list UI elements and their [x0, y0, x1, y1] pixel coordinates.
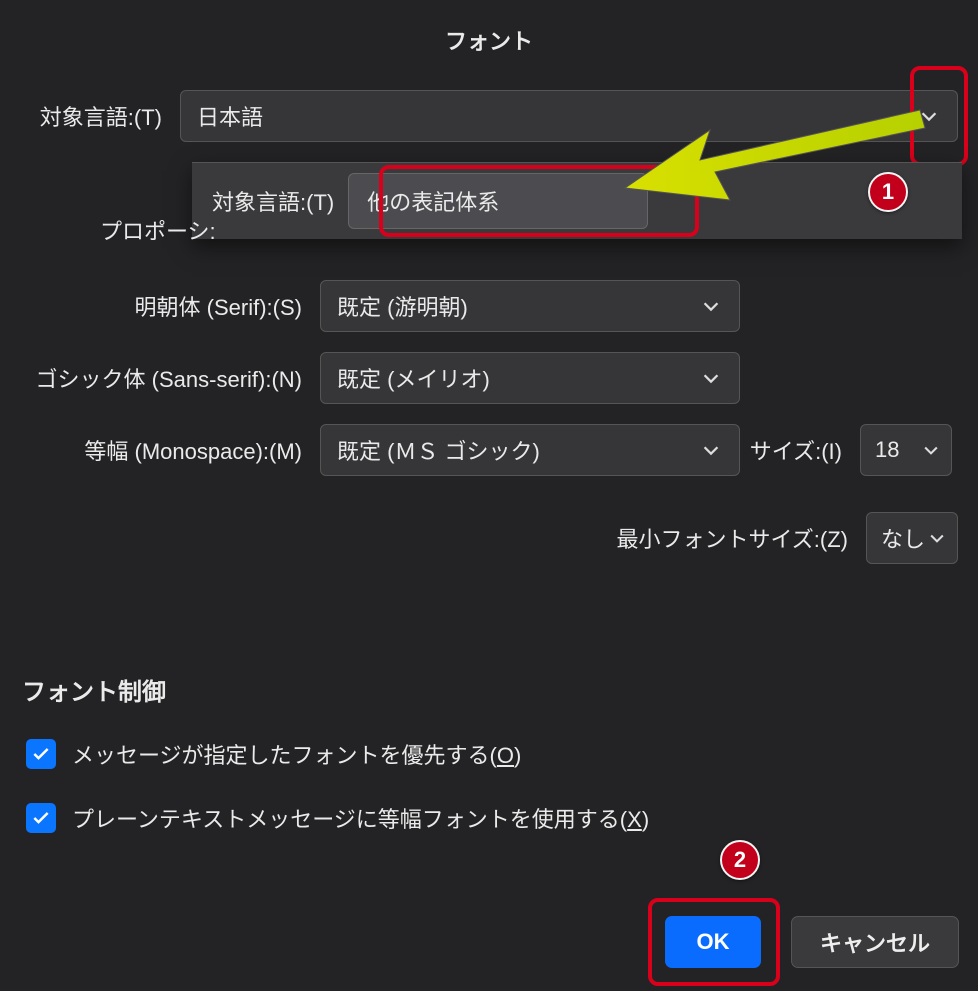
allow-message-fonts-checkbox[interactable] — [26, 739, 56, 769]
chevron-down-icon — [699, 438, 723, 462]
min-size-select[interactable]: なし — [866, 512, 958, 564]
font-control-header: フォント制御 — [22, 672, 166, 707]
callout-badge-2: 2 — [720, 840, 760, 880]
chevron-down-icon — [699, 366, 723, 390]
serif-select[interactable]: 既定 (游明朝) — [320, 280, 740, 332]
target-language-label: 対象言語:(T) — [0, 100, 180, 132]
dropdown-inner-label: 対象言語:(T) — [212, 185, 334, 217]
language-dropdown[interactable]: 対象言語:(T) 他の表記体系 — [192, 162, 962, 239]
plaintext-monospace-checkbox[interactable] — [26, 803, 56, 833]
target-language-select[interactable]: 日本語 — [180, 90, 958, 142]
sans-label: ゴシック体 (Sans-serif):(N) — [0, 362, 320, 394]
mono-label: 等幅 (Monospace):(M) — [0, 434, 320, 466]
size-select[interactable]: 18 — [860, 424, 952, 476]
dialog-title: フォント — [0, 0, 978, 64]
cancel-button[interactable]: キャンセル — [791, 916, 959, 968]
chevron-down-icon — [919, 438, 943, 462]
allow-message-fonts-label[interactable]: メッセージが指定したフォントを優先する(O) — [72, 738, 521, 770]
min-size-label: 最小フォントサイズ:(Z) — [616, 522, 848, 554]
chevron-down-icon — [925, 526, 949, 550]
sans-select[interactable]: 既定 (メイリオ) — [320, 352, 740, 404]
dropdown-option-other-scripts[interactable]: 他の表記体系 — [348, 173, 648, 229]
chevron-down-icon — [917, 104, 941, 128]
serif-label: 明朝体 (Serif):(S) — [0, 290, 320, 322]
mono-select[interactable]: 既定 (ＭＳ ゴシック) — [320, 424, 740, 476]
target-language-value: 日本語 — [197, 100, 263, 132]
proportional-label: プロポーシ: — [100, 214, 216, 246]
ok-button[interactable]: OK — [665, 916, 761, 968]
size-label: サイズ:(I) — [740, 434, 860, 466]
plaintext-monospace-label[interactable]: プレーンテキストメッセージに等幅フォントを使用する(X) — [72, 802, 649, 834]
chevron-down-icon — [699, 294, 723, 318]
